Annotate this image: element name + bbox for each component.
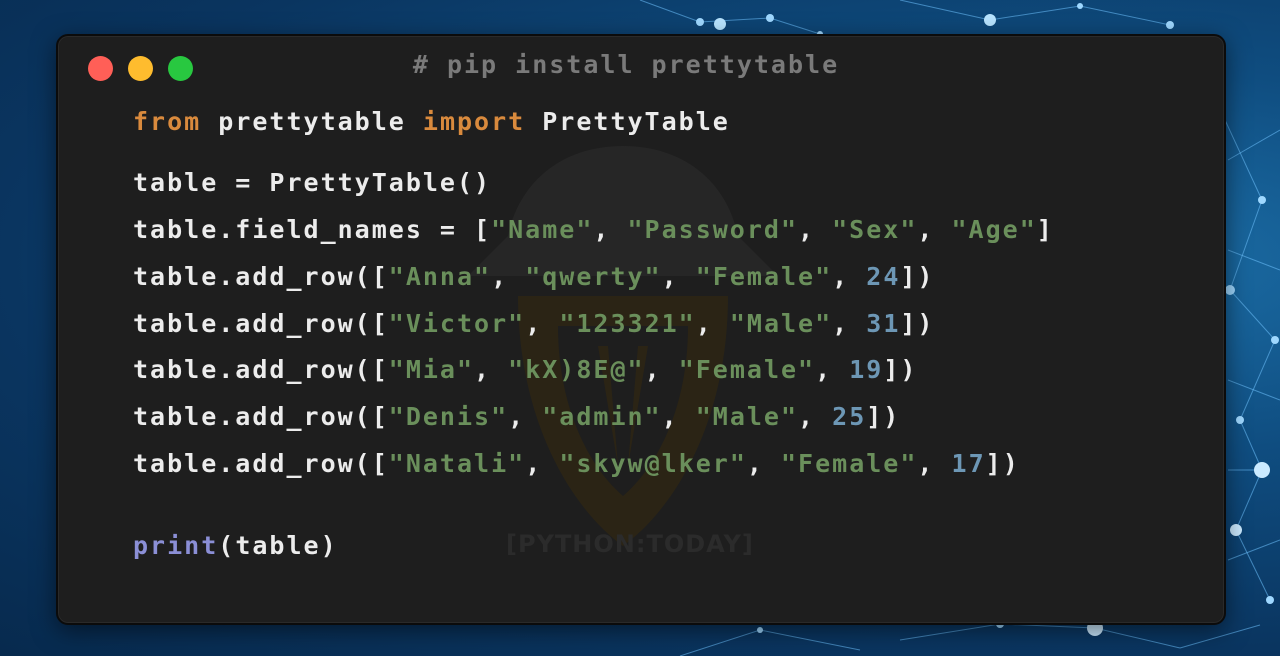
window-title: # pip install prettytable: [412, 50, 840, 79]
string-literal: "Name": [491, 215, 594, 244]
string-literal: "Mia": [388, 355, 475, 384]
code-text: ,: [917, 215, 952, 244]
code-line-add-row: table.add_row(["Anna", "qwerty", "Female…: [133, 262, 934, 291]
code-text: ,: [525, 309, 560, 338]
code-line-print: print(table): [133, 531, 338, 560]
code-text: ,: [917, 449, 952, 478]
number-literal: 31: [866, 309, 901, 338]
code-text: ]: [1036, 215, 1054, 244]
string-literal: "Anna": [388, 262, 492, 291]
code-text: ,: [474, 355, 509, 384]
code-text: ,: [593, 215, 628, 244]
code-text: ]): [900, 262, 935, 291]
code-line-add-row: table.add_row(["Denis", "admin", "Male",…: [133, 402, 900, 431]
code-text: ,: [661, 262, 696, 291]
module-name: prettytable: [201, 107, 423, 136]
keyword-from: from: [133, 107, 202, 136]
number-literal: 19: [849, 355, 884, 384]
code-text: ]): [883, 355, 918, 384]
code-text: table.add_row([: [133, 355, 389, 384]
string-literal: "Natali": [388, 449, 526, 478]
python-today-logo: [468, 146, 778, 546]
string-literal: "qwerty": [525, 262, 662, 291]
code-line-add-row: table.add_row(["Victor", "123321", "Male…: [133, 309, 934, 338]
string-literal: "Female": [678, 355, 816, 384]
code-text: ,: [815, 355, 850, 384]
keyword-import: import: [422, 107, 526, 136]
code-text: ,: [746, 449, 781, 478]
code-line-add-row: table.add_row(["Natali", "skyw@lker", "F…: [133, 449, 1020, 478]
code-text: ,: [798, 402, 833, 431]
string-literal: "skyw@lker": [559, 449, 747, 478]
string-literal: "kX)8E@": [508, 355, 645, 384]
code-text: ,: [832, 262, 867, 291]
code-text: (table): [218, 531, 338, 560]
code-text: ,: [695, 309, 730, 338]
string-literal: "Sex": [832, 215, 918, 244]
string-literal: "Age": [951, 215, 1037, 244]
string-literal: "Password": [627, 215, 799, 244]
code-text: ]): [900, 309, 935, 338]
code-text: table.add_row([: [133, 262, 389, 291]
builtin-print: print: [133, 531, 219, 560]
string-literal: "Victor": [388, 309, 526, 338]
code-text: table.field_names = [: [133, 215, 492, 244]
code-text: ]): [985, 449, 1020, 478]
code-line-add-row: table.add_row(["Mia", "kX)8E@", "Female"…: [133, 355, 917, 384]
code-line-field-names: table.field_names = ["Name", "Password",…: [133, 215, 1054, 244]
code-text: ,: [491, 262, 526, 291]
code-text: table.add_row([: [133, 402, 389, 431]
watermark-text: [PYTHON:TODAY]: [506, 530, 754, 558]
number-literal: 17: [951, 449, 986, 478]
code-text: table.add_row([: [133, 309, 389, 338]
code-text: ,: [661, 402, 696, 431]
number-literal: 24: [866, 262, 901, 291]
string-literal: "Female": [781, 449, 918, 478]
string-literal: "Male": [729, 309, 833, 338]
code-text: ]): [866, 402, 901, 431]
code-text: ,: [832, 309, 867, 338]
number-literal: 25: [832, 402, 867, 431]
string-literal: "Female": [695, 262, 833, 291]
string-literal: "admin": [542, 402, 662, 431]
code-text: table.add_row([: [133, 449, 389, 478]
code-text: ,: [525, 449, 560, 478]
code-line-import: from prettytable import PrettyTable: [133, 107, 730, 136]
code-text: ,: [798, 215, 833, 244]
string-literal: "Male": [695, 402, 799, 431]
code-line-table-init: table = PrettyTable(): [133, 168, 492, 197]
code-text: ,: [644, 355, 679, 384]
code-window: # pip install prettytable [PYTHON:TODAY]…: [56, 34, 1226, 625]
class-name: PrettyTable: [525, 107, 730, 136]
string-literal: "Denis": [388, 402, 509, 431]
code-text: ,: [508, 402, 543, 431]
string-literal: "123321": [559, 309, 696, 338]
